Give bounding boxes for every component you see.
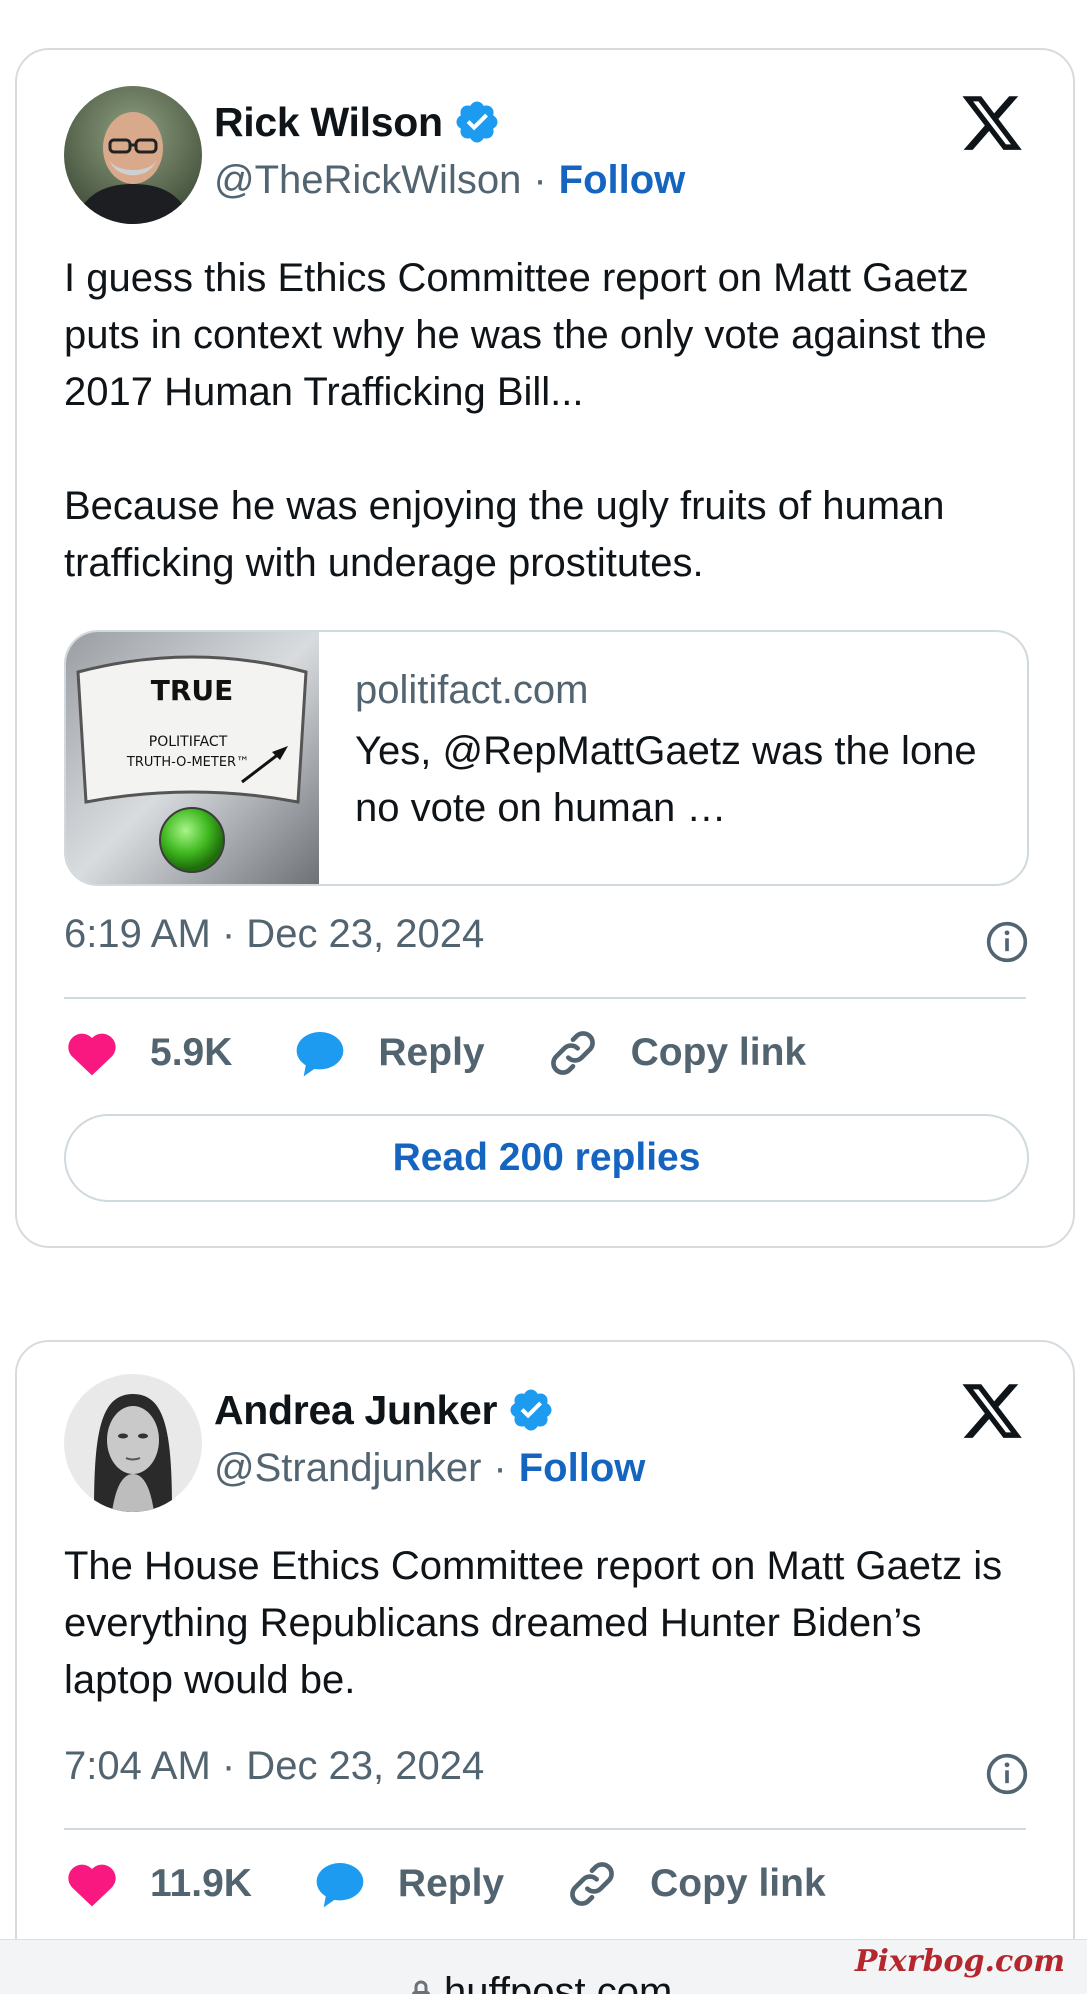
lock-icon bbox=[412, 1980, 430, 1994]
link-icon bbox=[570, 1862, 614, 1906]
heart-icon bbox=[68, 1033, 116, 1076]
copy-link-label: Copy link bbox=[650, 1862, 826, 1905]
heart-icon bbox=[68, 1864, 116, 1907]
x-logo-icon[interactable] bbox=[959, 1378, 1025, 1444]
tweet-text: The House Ethics Committee report on Mat… bbox=[64, 1538, 1033, 1709]
info-icon[interactable] bbox=[985, 920, 1029, 964]
copy-link-button[interactable]: Copy link bbox=[564, 1856, 826, 1912]
action-bar: 5.9K Reply Copy link bbox=[64, 1025, 866, 1081]
like-count: 5.9K bbox=[150, 1031, 233, 1074]
separator-dot: · bbox=[533, 158, 547, 202]
tweet-timestamp[interactable]: 6:19 AM · Dec 23, 2024 bbox=[64, 912, 484, 957]
like-button[interactable]: 11.9K bbox=[64, 1856, 252, 1912]
link-title: Yes, @RepMattGaetz was the lone no vote … bbox=[355, 729, 977, 830]
author-name[interactable]: Rick Wilson bbox=[214, 99, 443, 146]
speech-bubble-icon bbox=[316, 1863, 364, 1908]
separator-dot: · bbox=[493, 1446, 507, 1490]
copy-link-label: Copy link bbox=[630, 1031, 807, 1074]
tweet-paragraph: Because he was enjoying the ugly fruits … bbox=[64, 484, 945, 585]
tweet-text: I guess this Ethics Committee report on … bbox=[64, 250, 1033, 592]
link-body: politifact.com Yes, @RepMattGaetz was th… bbox=[319, 632, 1027, 884]
like-count: 11.9K bbox=[150, 1862, 252, 1905]
tweet-card[interactable]: Andrea Junker @Strandjunker · Follow The… bbox=[15, 1340, 1075, 1994]
reply-button[interactable]: Reply bbox=[312, 1856, 504, 1912]
reply-label: Reply bbox=[397, 1862, 505, 1905]
action-bar: 11.9K Reply Copy link bbox=[64, 1856, 886, 1912]
tweet-paragraph: The House Ethics Committee report on Mat… bbox=[64, 1544, 1003, 1702]
copy-link-button[interactable]: Copy link bbox=[545, 1025, 807, 1081]
page: Rick Wilson @TheRickWilson · Follow I gu… bbox=[0, 0, 1087, 1994]
handle-row: @TheRickWilson · Follow bbox=[214, 158, 685, 203]
reply-button[interactable]: Reply bbox=[292, 1025, 485, 1081]
avatar[interactable] bbox=[64, 86, 202, 224]
like-button[interactable]: 5.9K bbox=[64, 1025, 232, 1081]
author-row: Andrea Junker bbox=[214, 1386, 555, 1434]
thumb-line-1: POLITIFACT bbox=[149, 734, 228, 750]
verified-badge-icon bbox=[510, 1389, 552, 1431]
tweet-paragraph: I guess this Ethics Committee report on … bbox=[64, 256, 987, 414]
verified-badge-icon bbox=[456, 101, 498, 143]
url-display[interactable]: huffpost.com bbox=[410, 1970, 672, 1994]
info-icon[interactable] bbox=[985, 1752, 1029, 1796]
author-handle[interactable]: @Strandjunker bbox=[214, 1446, 481, 1491]
reply-label: Reply bbox=[378, 1031, 485, 1074]
link-icon bbox=[550, 1031, 595, 1075]
divider bbox=[64, 1828, 1026, 1830]
watermark: Pixrbog.com bbox=[854, 1944, 1065, 1979]
avatar[interactable] bbox=[64, 1374, 202, 1512]
thumb-line-2: TRUTH-O-METER™ bbox=[126, 755, 249, 770]
author-row: Rick Wilson bbox=[214, 98, 501, 146]
x-logo-icon[interactable] bbox=[959, 90, 1025, 156]
tweet-card[interactable]: Rick Wilson @TheRickWilson · Follow I gu… bbox=[15, 48, 1075, 1248]
follow-button[interactable]: Follow bbox=[519, 1446, 646, 1491]
follow-button[interactable]: Follow bbox=[559, 158, 686, 203]
read-replies-button[interactable]: Read 200 replies bbox=[64, 1114, 1029, 1202]
speech-bubble-icon bbox=[297, 1032, 344, 1077]
link-preview-card[interactable]: TRUE POLITIFACT TRUTH-O-METER™ politifac… bbox=[64, 630, 1029, 886]
truth-o-meter-thumbnail: TRUE POLITIFACT TRUTH-O-METER™ bbox=[66, 632, 319, 884]
tweet-timestamp[interactable]: 7:04 AM · Dec 23, 2024 bbox=[64, 1744, 484, 1789]
link-domain: politifact.com bbox=[355, 668, 589, 712]
author-handle[interactable]: @TheRickWilson bbox=[214, 158, 521, 203]
thumb-rating: TRUE bbox=[151, 674, 234, 707]
url-text: huffpost.com bbox=[444, 1970, 673, 1994]
author-name[interactable]: Andrea Junker bbox=[214, 1387, 498, 1434]
divider bbox=[64, 997, 1026, 999]
handle-row: @Strandjunker · Follow bbox=[214, 1446, 645, 1491]
